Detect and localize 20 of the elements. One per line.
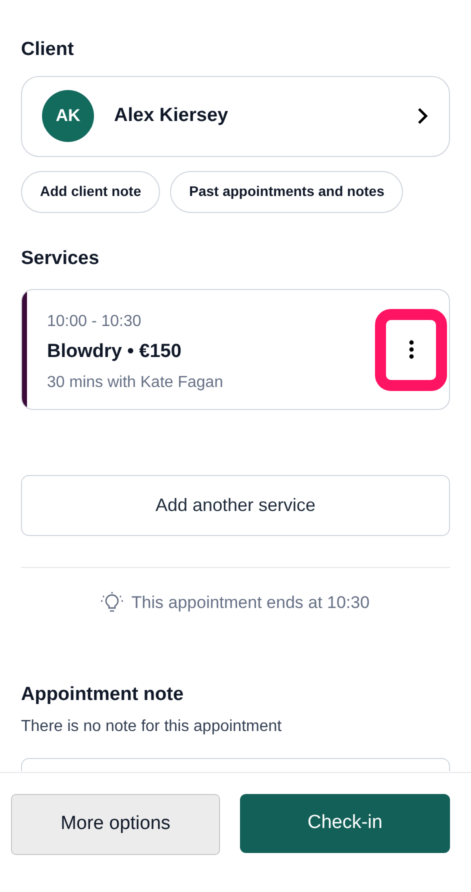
- more-menu-button[interactable]: [375, 308, 447, 390]
- check-in-button[interactable]: Check-in: [240, 794, 450, 853]
- client-avatar: AK: [42, 90, 94, 142]
- more-options-button[interactable]: More options: [11, 794, 220, 855]
- section-heading: Client: [21, 38, 74, 62]
- chip-button[interactable]: Past appointments and notes: [170, 170, 404, 212]
- lightbulb-icon: [101, 592, 124, 614]
- section-heading: Services: [21, 246, 100, 270]
- section-heading: Appointment note: [21, 682, 184, 706]
- client-name: Alex Kiersey: [114, 104, 230, 128]
- service-title: Blowdry • €150: [47, 340, 182, 364]
- hint-text: This appointment ends at 10:30: [131, 592, 370, 614]
- client-card[interactable]: AK Alex Kiersey: [21, 76, 450, 156]
- add-service-button[interactable]: Add another service: [21, 475, 450, 536]
- service-time: 10:00 - 10:30: [47, 312, 142, 332]
- chevron-right-icon: [417, 107, 429, 125]
- note-text: There is no note for this appointment: [21, 717, 283, 737]
- service-detail: 30 mins with Kate Fagan: [47, 372, 224, 392]
- more-vertical-icon: [408, 340, 414, 359]
- chip-button[interactable]: Add client note: [21, 170, 160, 212]
